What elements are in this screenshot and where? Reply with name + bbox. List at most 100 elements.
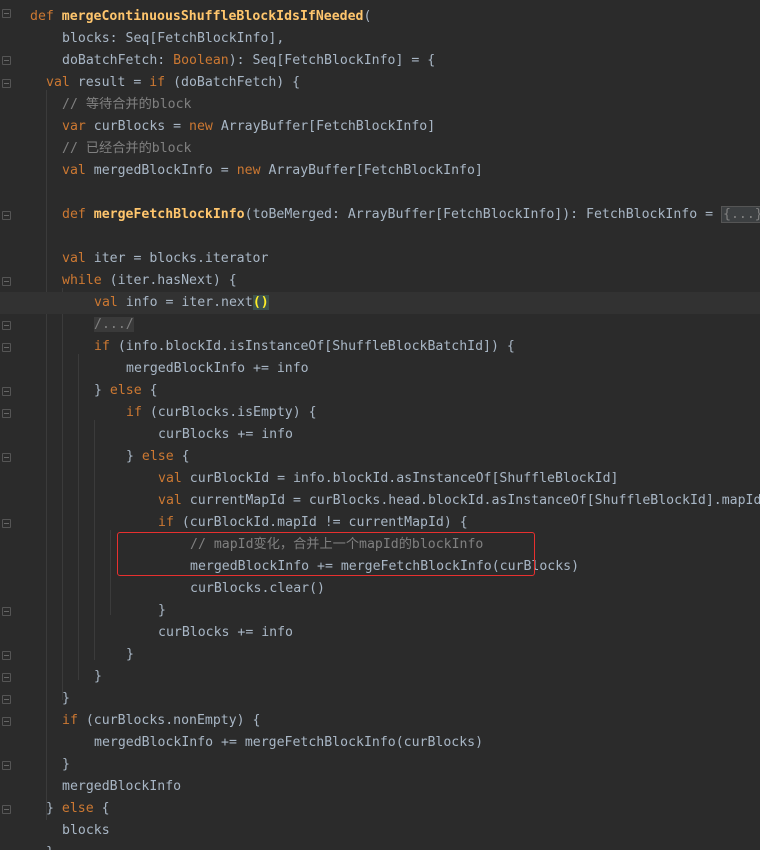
code-editor[interactable]: def mergeContinuousShuffleBlockIdsIfNeed… [0,0,760,850]
code-token: currentMapId = curBlocks.head.blockId.as… [189,493,760,508]
code-token: } [94,383,110,398]
code-token: () [252,295,269,310]
code-token: else [109,383,150,398]
code-token: (doBatchFetch) { [173,75,301,90]
code-token: /.../ [94,317,134,332]
code-line[interactable]: } [0,666,760,688]
code-token: curBlockId = info.blockId.asInstanceOf[S… [189,471,619,486]
code-token: mergedBlockInfo += mergeFetchBlockInfo(c… [94,735,484,750]
code-line[interactable] [0,182,760,204]
code-line[interactable]: val result = if (doBatchFetch) { [0,72,760,94]
code-line[interactable]: if (curBlocks.isEmpty) { [0,402,760,424]
code-token: } [46,801,62,816]
code-token: val [62,163,94,178]
code-line[interactable] [0,226,760,248]
code-token: { [149,383,158,398]
code-token: info = iter.next [125,295,253,310]
code-token: { [181,449,190,464]
code-token: ArrayBuffer[FetchBlockInfo] [220,119,436,134]
code-line[interactable]: } [0,754,760,776]
code-line[interactable]: } else { [0,446,760,468]
code-token: } [94,669,102,684]
code-line[interactable]: blocks: Seq[FetchBlockInfo], [0,28,760,50]
code-token: } [126,647,134,662]
code-token: (curBlockId.mapId != currentMapId) { [181,515,468,530]
code-token: else [141,449,182,464]
code-line[interactable]: val curBlockId = info.blockId.asInstance… [0,468,760,490]
code-token: def [62,207,94,222]
code-token: if [158,515,182,530]
code-line[interactable]: } else { [0,380,760,402]
code-line[interactable]: } else { [0,798,760,820]
code-token: var [62,119,94,134]
code-token: mergedBlockInfo [62,779,182,794]
code-token: if [149,75,174,90]
code-line[interactable]: val mergedBlockInfo = new ArrayBuffer[Fe… [0,160,760,182]
code-line[interactable]: mergedBlockInfo += info [0,358,760,380]
code-token: { [101,801,110,816]
code-token: val [94,295,126,310]
code-token: iter = blocks.iterator [93,251,269,266]
code-line[interactable]: doBatchFetch: Boolean): Seq[FetchBlockIn… [0,50,760,72]
code-token: val [46,75,78,90]
code-token: val [158,493,190,508]
code-line[interactable]: val iter = blocks.iterator [0,248,760,270]
code-token: } [126,449,142,464]
code-line[interactable]: if (curBlocks.nonEmpty) { [0,710,760,732]
code-token: if [126,405,150,420]
code-line[interactable]: // 已经合并的block [0,138,760,160]
code-token: (curBlocks.isEmpty) { [149,405,317,420]
code-token: curBlocks += info [158,427,293,442]
code-line[interactable]: val currentMapId = curBlocks.head.blockI… [0,490,760,512]
code-token: mergedBlockInfo += info [126,361,309,376]
code-line[interactable]: } [0,688,760,710]
folded-region-marker[interactable]: {...} [721,206,760,223]
code-token: blocks [62,823,110,838]
code-line[interactable]: mergedBlockInfo += mergeFetchBlockInfo(c… [0,732,760,754]
code-line[interactable]: def mergeFetchBlockInfo(toBeMerged: Arra… [0,204,760,226]
code-token: (curBlocks.nonEmpty) { [85,713,261,728]
code-line[interactable]: while (iter.hasNext) { [0,270,760,292]
code-token: } [62,757,70,772]
code-token: val [158,471,190,486]
code-line[interactable]: val info = iter.next() [0,292,760,314]
code-token: result = [77,75,150,90]
code-line[interactable]: def mergeContinuousShuffleBlockIdsIfNeed… [0,6,760,28]
highlight-annotation-box [117,532,535,576]
code-line[interactable]: curBlocks += info [0,622,760,644]
code-token: (iter.hasNext) { [109,273,237,288]
code-line[interactable]: } [0,644,760,666]
code-token: if [62,713,86,728]
code-line[interactable]: curBlocks += info [0,424,760,446]
code-token: doBatchFetch: [62,53,174,68]
code-line[interactable]: } [0,600,760,622]
code-line[interactable]: /.../ [0,314,760,336]
code-comment: // 已经合并的block [62,141,192,156]
code-token: } [46,845,54,850]
code-token: def [30,9,62,24]
code-token: Boolean [173,53,229,68]
code-line[interactable]: if (info.blockId.isInstanceOf[ShuffleBlo… [0,336,760,358]
code-token: ArrayBuffer[FetchBlockInfo] [268,163,483,178]
code-token: (toBeMerged: ArrayBuffer[FetchBlockInfo]… [244,207,721,222]
code-token: blocks: Seq[FetchBlockInfo], [62,31,285,46]
code-token: while [62,273,110,288]
code-line[interactable]: // 等待合并的block [0,94,760,116]
code-token: ): Seq[FetchBlockInfo] = { [228,53,436,68]
code-token: else [61,801,102,816]
code-line[interactable]: var curBlocks = new ArrayBuffer[FetchBlo… [0,116,760,138]
code-token: mergeContinuousShuffleBlockIdsIfNeeded [61,9,364,24]
code-token: curBlocks += info [158,625,293,640]
code-token: mergeFetchBlockInfo [93,207,245,222]
code-token: val [62,251,94,266]
code-token: curBlocks.clear() [190,581,325,596]
code-token: new [236,163,269,178]
code-token: if [94,339,118,354]
code-line[interactable]: if (curBlockId.mapId != currentMapId) { [0,512,760,534]
code-line[interactable]: mergedBlockInfo [0,776,760,798]
code-token: curBlocks = [93,119,190,134]
code-line[interactable]: curBlocks.clear() [0,578,760,600]
code-token: } [158,603,166,618]
code-line[interactable]: blocks [0,820,760,842]
code-line[interactable]: } [0,842,760,850]
